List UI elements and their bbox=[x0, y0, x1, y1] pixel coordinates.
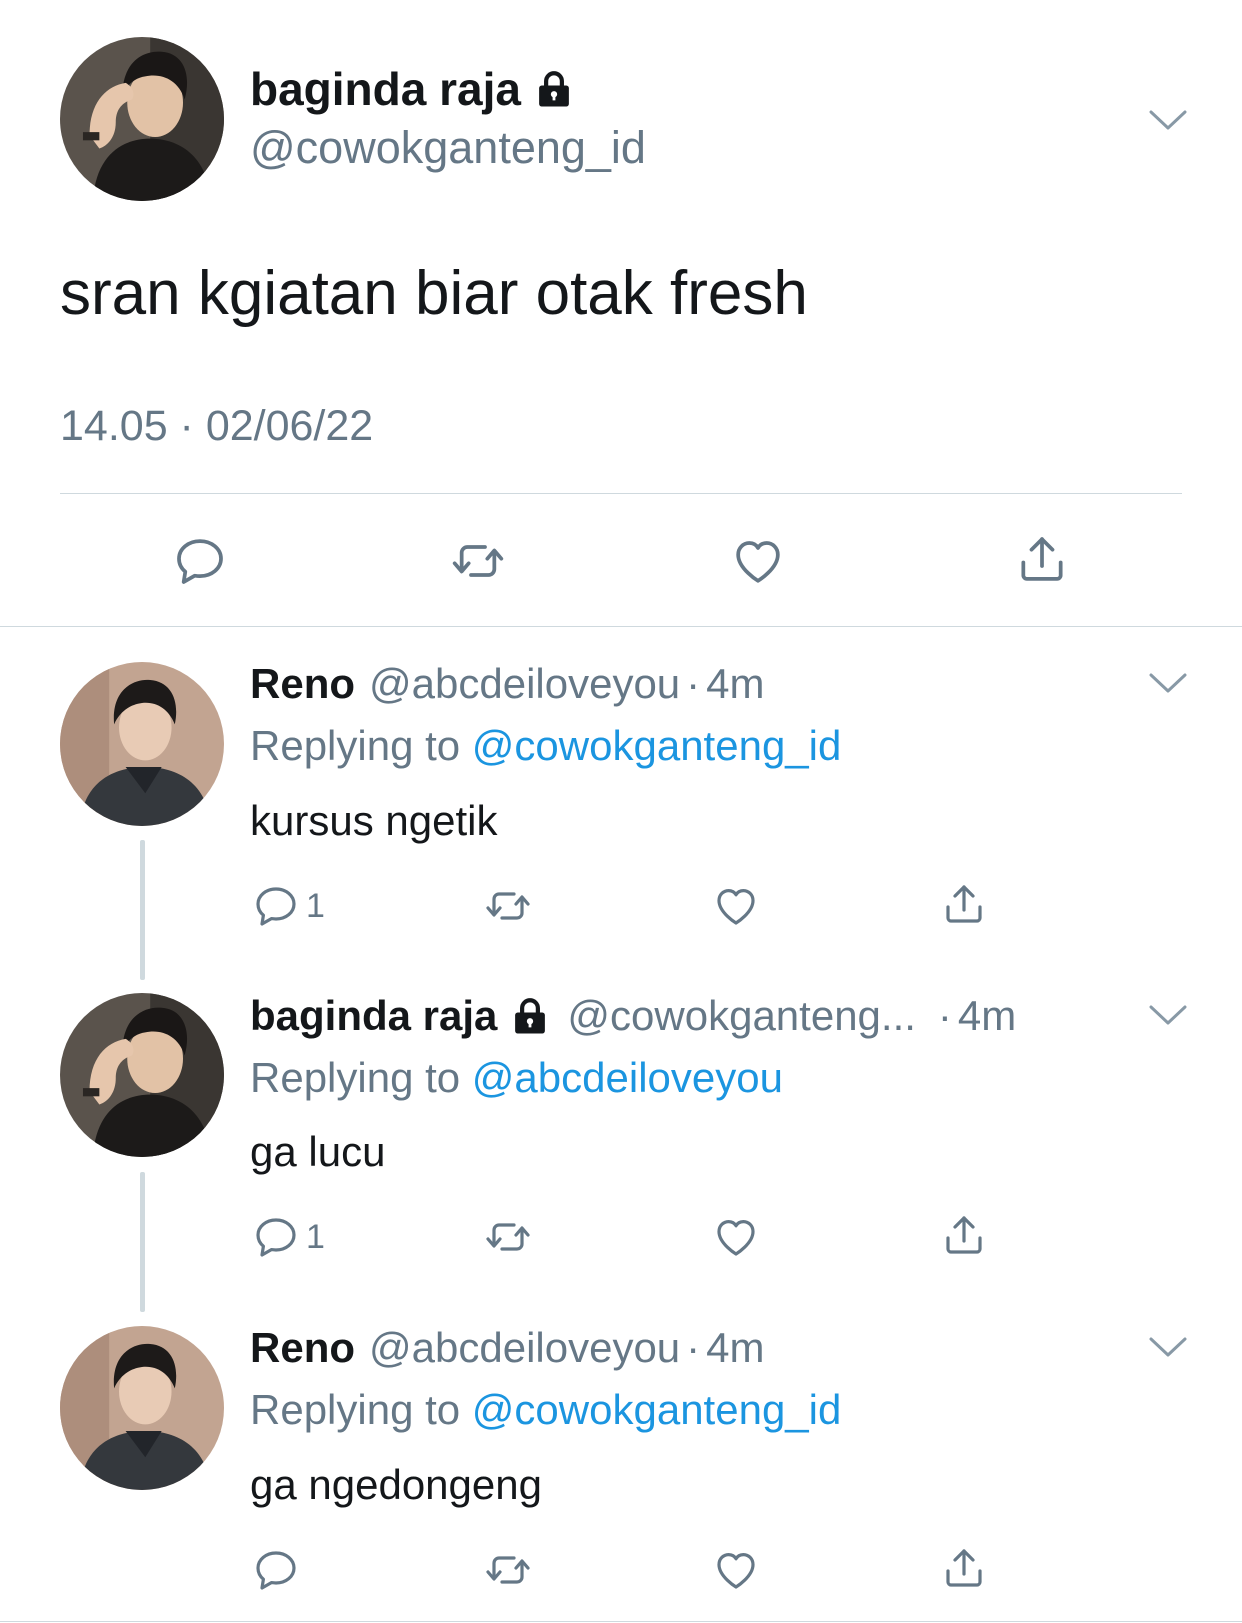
reply-author-handle[interactable]: @abcdeiloveyou bbox=[369, 660, 680, 708]
replying-to-prefix: Replying to bbox=[250, 1054, 461, 1101]
retweet-button[interactable] bbox=[484, 1546, 532, 1594]
like-button[interactable] bbox=[712, 882, 760, 930]
share-icon bbox=[1014, 531, 1070, 587]
heart-icon bbox=[712, 1546, 760, 1594]
reply-time[interactable]: 4m bbox=[958, 992, 1016, 1040]
retweet-icon bbox=[450, 533, 506, 589]
avatar-image bbox=[60, 1326, 224, 1490]
replying-to-prefix: Replying to bbox=[250, 1386, 461, 1433]
thread-line bbox=[140, 1172, 145, 1312]
replying-to: Replying to @cowokganteng_id bbox=[250, 1386, 841, 1434]
author-avatar[interactable] bbox=[60, 37, 224, 201]
chevron-down-icon[interactable] bbox=[1148, 671, 1188, 695]
reply-icon bbox=[172, 533, 228, 589]
reply-count: 1 bbox=[306, 886, 325, 925]
reply-button[interactable]: 1 bbox=[252, 882, 325, 930]
replying-to-link[interactable]: @cowokganteng_id bbox=[472, 1386, 842, 1433]
retweet-button[interactable] bbox=[450, 533, 506, 589]
reply-count: 1 bbox=[306, 1217, 325, 1256]
reply-author-name[interactable]: baginda raja bbox=[250, 992, 497, 1040]
reply-text: kursus ngetik bbox=[250, 797, 498, 844]
replying-to: Replying to @cowokganteng_id bbox=[250, 722, 841, 770]
reply-author-handle[interactable]: @cowokganteng... bbox=[567, 992, 916, 1040]
separator-dot: · bbox=[686, 1324, 701, 1371]
like-button[interactable] bbox=[712, 1546, 760, 1594]
share-icon bbox=[940, 880, 988, 928]
replying-to: Replying to @abcdeiloveyou bbox=[250, 1054, 783, 1102]
separator-dot: · bbox=[686, 660, 701, 707]
reply-header: Reno @abcdeiloveyou · 4m bbox=[250, 660, 765, 708]
reply-header: baginda raja @cowokganteng... · 4m bbox=[250, 992, 1016, 1040]
reply-avatar[interactable] bbox=[60, 662, 224, 826]
retweet-icon bbox=[484, 1213, 532, 1261]
heart-icon bbox=[730, 533, 786, 589]
share-button[interactable] bbox=[940, 1544, 988, 1592]
separator-dot: · bbox=[937, 992, 952, 1039]
reply-icon bbox=[252, 1213, 300, 1261]
tweet-timestamp[interactable]: 14.05 · 02/06/22 bbox=[60, 402, 373, 451]
retweet-icon bbox=[484, 1546, 532, 1594]
like-button[interactable] bbox=[730, 533, 786, 589]
reply-author-name[interactable]: Reno bbox=[250, 1324, 355, 1372]
retweet-button[interactable] bbox=[484, 1213, 532, 1261]
reply-button[interactable] bbox=[252, 1546, 306, 1594]
retweet-icon bbox=[484, 882, 532, 930]
share-icon bbox=[940, 1544, 988, 1592]
share-icon bbox=[940, 1211, 988, 1259]
retweet-button[interactable] bbox=[484, 882, 532, 930]
reply-icon bbox=[252, 882, 300, 930]
chevron-down-icon[interactable] bbox=[1148, 1335, 1188, 1359]
divider bbox=[0, 626, 1242, 627]
replying-to-link[interactable]: @cowokganteng_id bbox=[472, 722, 842, 769]
divider bbox=[0, 1621, 1242, 1622]
avatar-image bbox=[60, 993, 224, 1157]
share-button[interactable] bbox=[1014, 531, 1070, 587]
share-button[interactable] bbox=[940, 880, 988, 928]
lock-icon bbox=[533, 67, 575, 111]
chevron-down-icon[interactable] bbox=[1148, 108, 1188, 132]
tweet-text: sran kgiatan biar otak fresh bbox=[60, 259, 808, 328]
avatar-image bbox=[60, 662, 224, 826]
heart-icon bbox=[712, 882, 760, 930]
author-handle[interactable]: @cowokganteng_id bbox=[250, 122, 646, 174]
replying-to-link[interactable]: @abcdeiloveyou bbox=[472, 1054, 783, 1101]
reply-author-handle[interactable]: @abcdeiloveyou bbox=[369, 1324, 680, 1372]
reply-avatar[interactable] bbox=[60, 993, 224, 1157]
reply-author-name[interactable]: Reno bbox=[250, 660, 355, 708]
lock-icon bbox=[509, 994, 551, 1038]
author-name-text: baginda raja bbox=[250, 63, 521, 115]
reply-icon bbox=[252, 1546, 300, 1594]
reply-button[interactable] bbox=[172, 533, 228, 589]
reply-button[interactable]: 1 bbox=[252, 1213, 325, 1261]
reply-header: Reno @abcdeiloveyou · 4m bbox=[250, 1324, 765, 1372]
chevron-down-icon[interactable] bbox=[1148, 1003, 1188, 1027]
reply-text: ga ngedongeng bbox=[250, 1461, 542, 1508]
replying-to-prefix: Replying to bbox=[250, 722, 461, 769]
avatar-image bbox=[60, 37, 224, 201]
share-button[interactable] bbox=[940, 1211, 988, 1259]
author-name[interactable]: baginda raja bbox=[250, 62, 575, 116]
reply-text: ga lucu bbox=[250, 1128, 386, 1175]
reply-avatar[interactable] bbox=[60, 1326, 224, 1490]
reply-time[interactable]: 4m bbox=[706, 660, 764, 708]
thread-line bbox=[140, 840, 145, 980]
divider bbox=[60, 493, 1182, 494]
reply-time[interactable]: 4m bbox=[706, 1324, 764, 1372]
like-button[interactable] bbox=[712, 1213, 760, 1261]
heart-icon bbox=[712, 1213, 760, 1261]
